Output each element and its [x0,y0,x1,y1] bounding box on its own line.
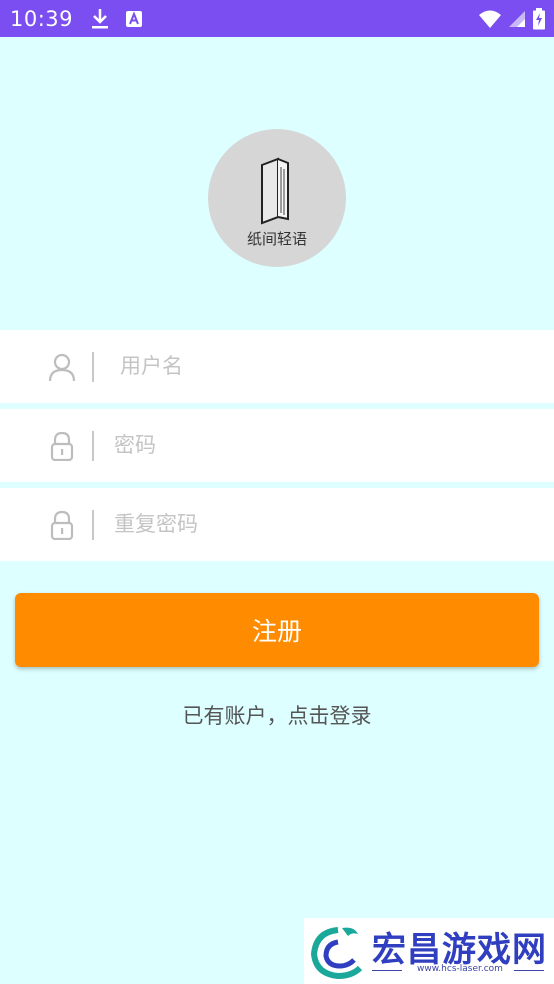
status-bar: 10:39 [0,0,554,37]
field-divider [92,510,94,540]
user-icon [48,352,76,382]
field-divider [92,352,94,382]
a-icon [125,10,143,28]
password-row [0,409,554,482]
watermark-logo [308,924,368,980]
wifi-icon [478,9,502,29]
username-input[interactable] [120,344,540,388]
book-icon [258,155,298,225]
battery-charging-icon [532,7,546,30]
login-link[interactable]: 已有账户，点击登录 [0,700,554,730]
confirm-password-input[interactable] [114,502,534,546]
username-row [0,330,554,403]
watermark-rule [514,970,544,971]
download-icon [89,7,111,31]
watermark-url: www.hcs-laser.com [417,964,503,974]
signal-icon [508,10,526,28]
field-divider [92,431,94,461]
register-button[interactable]: 注册 [15,593,539,667]
watermark: 宏昌游戏网 www.hcs-laser.com [304,918,554,984]
status-time: 10:39 [10,6,74,31]
password-input[interactable] [114,423,534,467]
app-logo: 纸间轻语 [208,129,346,267]
confirm-password-row [0,488,554,561]
lock-icon [48,431,76,462]
app-name: 纸间轻语 [246,230,307,248]
lock-icon [48,510,76,541]
